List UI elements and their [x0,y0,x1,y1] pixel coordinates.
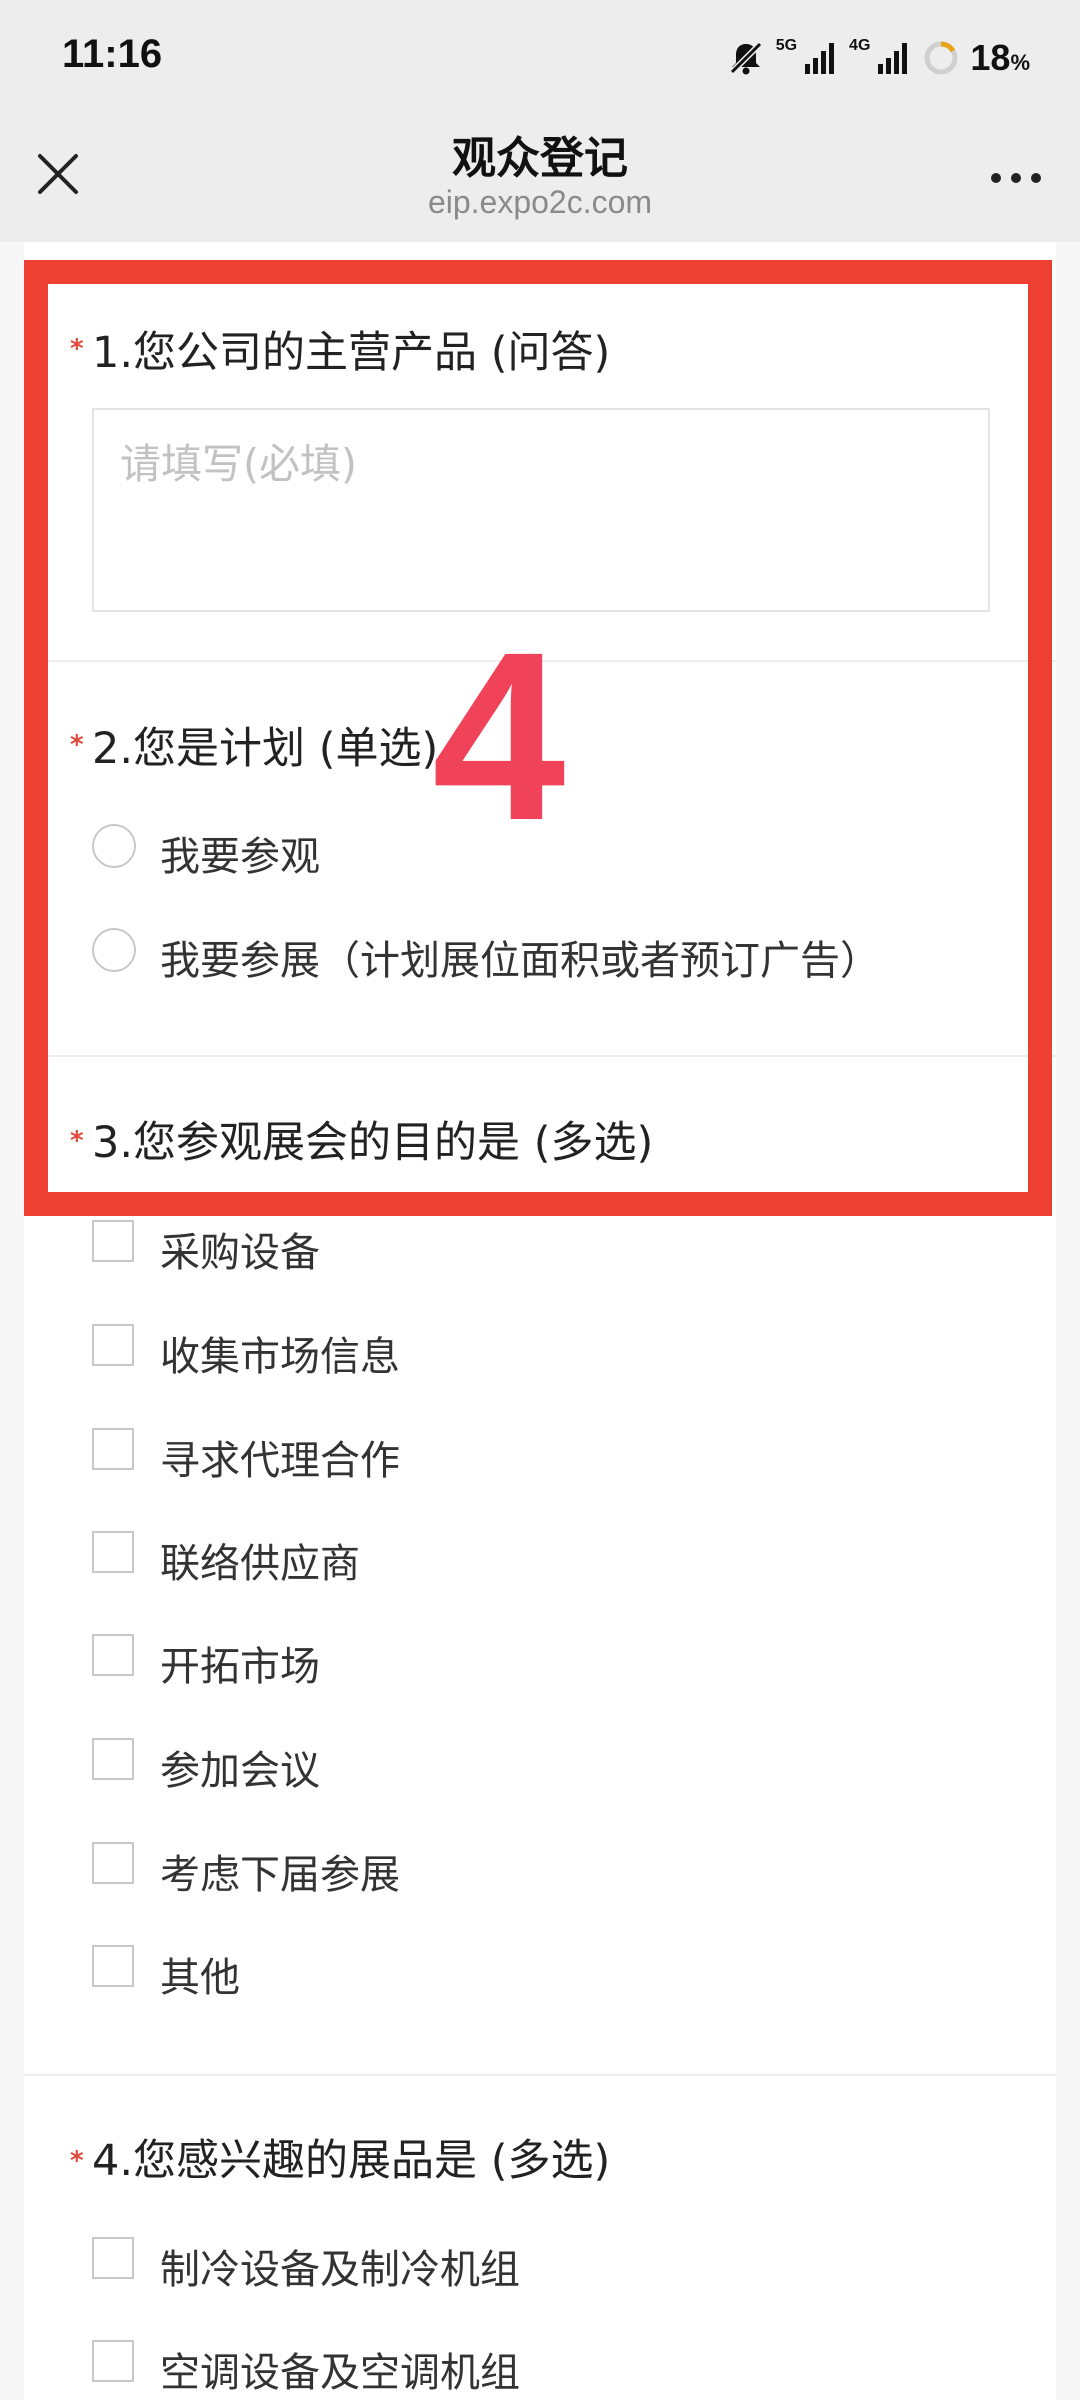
divider [24,2074,1056,2076]
option-label[interactable]: 其他 [160,1945,240,2003]
option-label[interactable]: 空调设备及空调机组 [160,2340,520,2398]
option-label[interactable]: 收集市场信息 [160,1324,400,1382]
question-1-title: 1.您公司的主营产品 (问答) [92,328,611,378]
checkbox-market-info[interactable] [92,1324,134,1366]
signal-strength-icon [878,43,908,74]
status-icons: 5G 4G 18% [726,34,1030,82]
battery-percent: 18% [970,37,1030,78]
checkbox-next-exhibit[interactable] [92,1842,134,1884]
more-icon[interactable] [988,168,1044,188]
checkbox-suppliers[interactable] [92,1531,134,1573]
mute-bell-icon [729,41,762,75]
option-label[interactable]: 参加会议 [160,1738,320,1796]
checkbox-agency[interactable] [92,1428,134,1470]
question-4-title: 4.您感兴趣的展品是 (多选) [92,2136,611,2186]
page-title: 观众登记 [452,133,628,184]
signal-strength-icon [805,43,835,74]
status-time: 11:16 [62,32,163,76]
required-mark: * [70,730,84,760]
question-2-title: 2.您是计划 (单选) [92,724,439,774]
radio-exhibit[interactable] [92,928,136,972]
option-label[interactable]: 制冷设备及制冷机组 [160,2237,520,2295]
nav-bar: 观众登记 eip.expo2c.com [0,118,1080,242]
main-products-input[interactable]: 请填写(必填) [92,408,990,612]
page-url: eip.expo2c.com [427,184,653,220]
option-label[interactable]: 采购设备 [160,1220,320,1278]
radio-visit[interactable] [92,824,136,868]
divider [24,1055,1056,1057]
option-label[interactable]: 我要参展（计划展位面积或者预订广告） [160,928,880,986]
option-label[interactable]: 寻求代理合作 [160,1428,400,1486]
annotation-number: 4 [432,602,566,870]
option-label[interactable]: 联络供应商 [160,1531,360,1589]
checkbox-refrigeration[interactable] [92,2237,134,2279]
required-mark: * [70,1126,84,1156]
required-mark: * [70,2146,84,2176]
status-bar: 11:16 5G 4G 18% [0,0,1080,118]
checkbox-air-conditioning[interactable] [92,2340,134,2382]
network-5g-label: 5G [775,37,798,54]
network-4g-label: 4G [849,37,871,54]
option-label[interactable]: 我要参观 [160,824,320,882]
option-label[interactable]: 考虑下届参展 [160,1842,400,1900]
checkbox-conference[interactable] [92,1738,134,1780]
battery-ring-icon [924,41,958,75]
checkbox-market-expand[interactable] [92,1634,134,1676]
checkbox-other[interactable] [92,1945,134,1987]
option-label[interactable]: 开拓市场 [160,1634,320,1692]
checkbox-purchase[interactable] [92,1220,134,1262]
required-mark: * [70,334,84,364]
question-3-title: 3.您参观展会的目的是 (多选) [92,1118,654,1168]
